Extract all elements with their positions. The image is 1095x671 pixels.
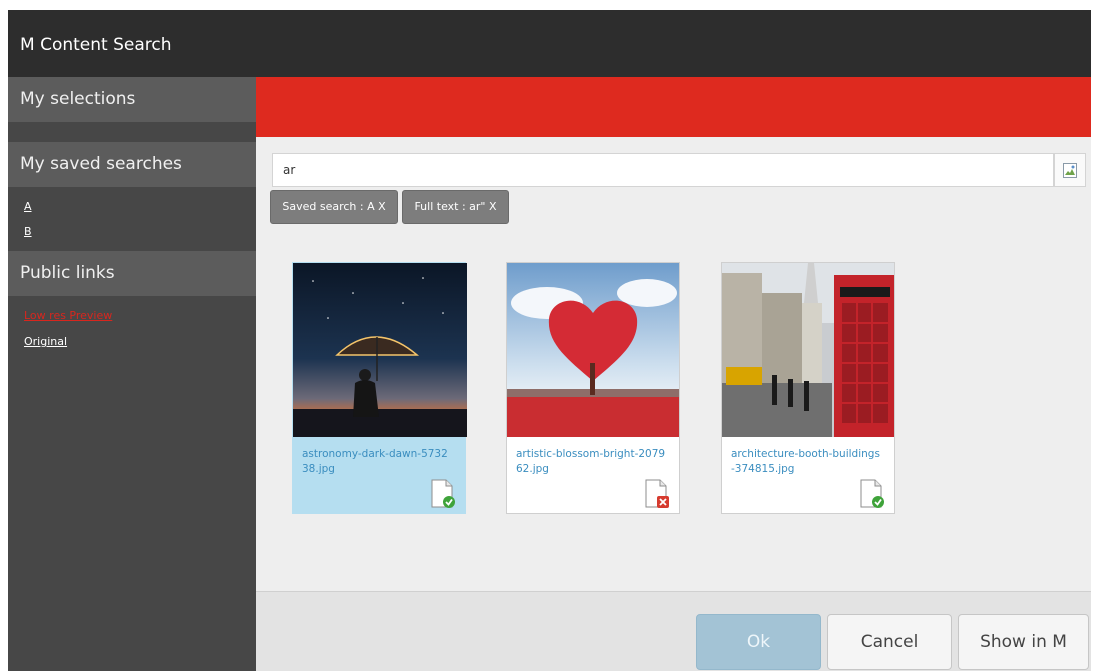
file-check-icon — [431, 479, 455, 508]
ok-button[interactable]: Ok — [696, 614, 821, 670]
result-filename: architecture-booth-buildings-374815.jpg — [731, 448, 880, 475]
my-saved-searches-header[interactable]: My saved searches — [8, 142, 256, 187]
file-check-icon — [860, 479, 884, 508]
saved-search-link-a[interactable]: A — [24, 200, 32, 213]
thumbnail-astronomy — [293, 263, 467, 437]
search-input[interactable]: ar — [272, 153, 1054, 187]
thumbnail-phone-booth — [722, 263, 894, 437]
my-saved-searches-label: My saved searches — [20, 154, 182, 174]
main-panel: ar Saved search : A X Full text : ar" X — [256, 77, 1091, 671]
result-card[interactable]: artistic-blossom-bright-207962.jpg — [506, 262, 680, 514]
search-button[interactable] — [1054, 153, 1086, 187]
cancel-button[interactable]: Cancel — [827, 614, 952, 670]
broken-image-icon — [1063, 163, 1077, 178]
filter-chip-saved-search[interactable]: Saved search : A X — [270, 190, 398, 224]
filter-chip-full-text[interactable]: Full text : ar" X — [402, 190, 509, 224]
result-filename: artistic-blossom-bright-207962.jpg — [516, 448, 666, 475]
public-links-label: Public links — [20, 263, 115, 283]
public-link-original[interactable]: Original — [24, 335, 67, 348]
public-link-low-res-preview[interactable]: Low res Preview — [24, 309, 112, 322]
result-card[interactable]: astronomy-dark-dawn-573238.jpg — [292, 262, 467, 514]
window-title: M Content Search — [20, 35, 172, 55]
dialog-footer: Ok Cancel Show in M — [256, 591, 1091, 671]
file-error-icon — [645, 479, 669, 508]
result-card[interactable]: architecture-booth-buildings-374815.jpg — [721, 262, 895, 514]
public-links-header[interactable]: Public links — [8, 251, 256, 296]
saved-search-link-b[interactable]: B — [24, 225, 32, 238]
result-filename: astronomy-dark-dawn-573238.jpg — [302, 448, 448, 475]
sidebar: My selections My saved searches A B Publ… — [8, 77, 256, 671]
my-selections-header[interactable]: My selections — [8, 77, 256, 122]
red-banner — [256, 77, 1091, 137]
content-search-window: M Content Search My selections My saved … — [8, 10, 1091, 671]
my-selections-label: My selections — [20, 89, 136, 109]
thumbnail-heart-tree — [507, 263, 679, 437]
show-in-m-button[interactable]: Show in M — [958, 614, 1089, 670]
title-bar: M Content Search — [8, 10, 1091, 77]
